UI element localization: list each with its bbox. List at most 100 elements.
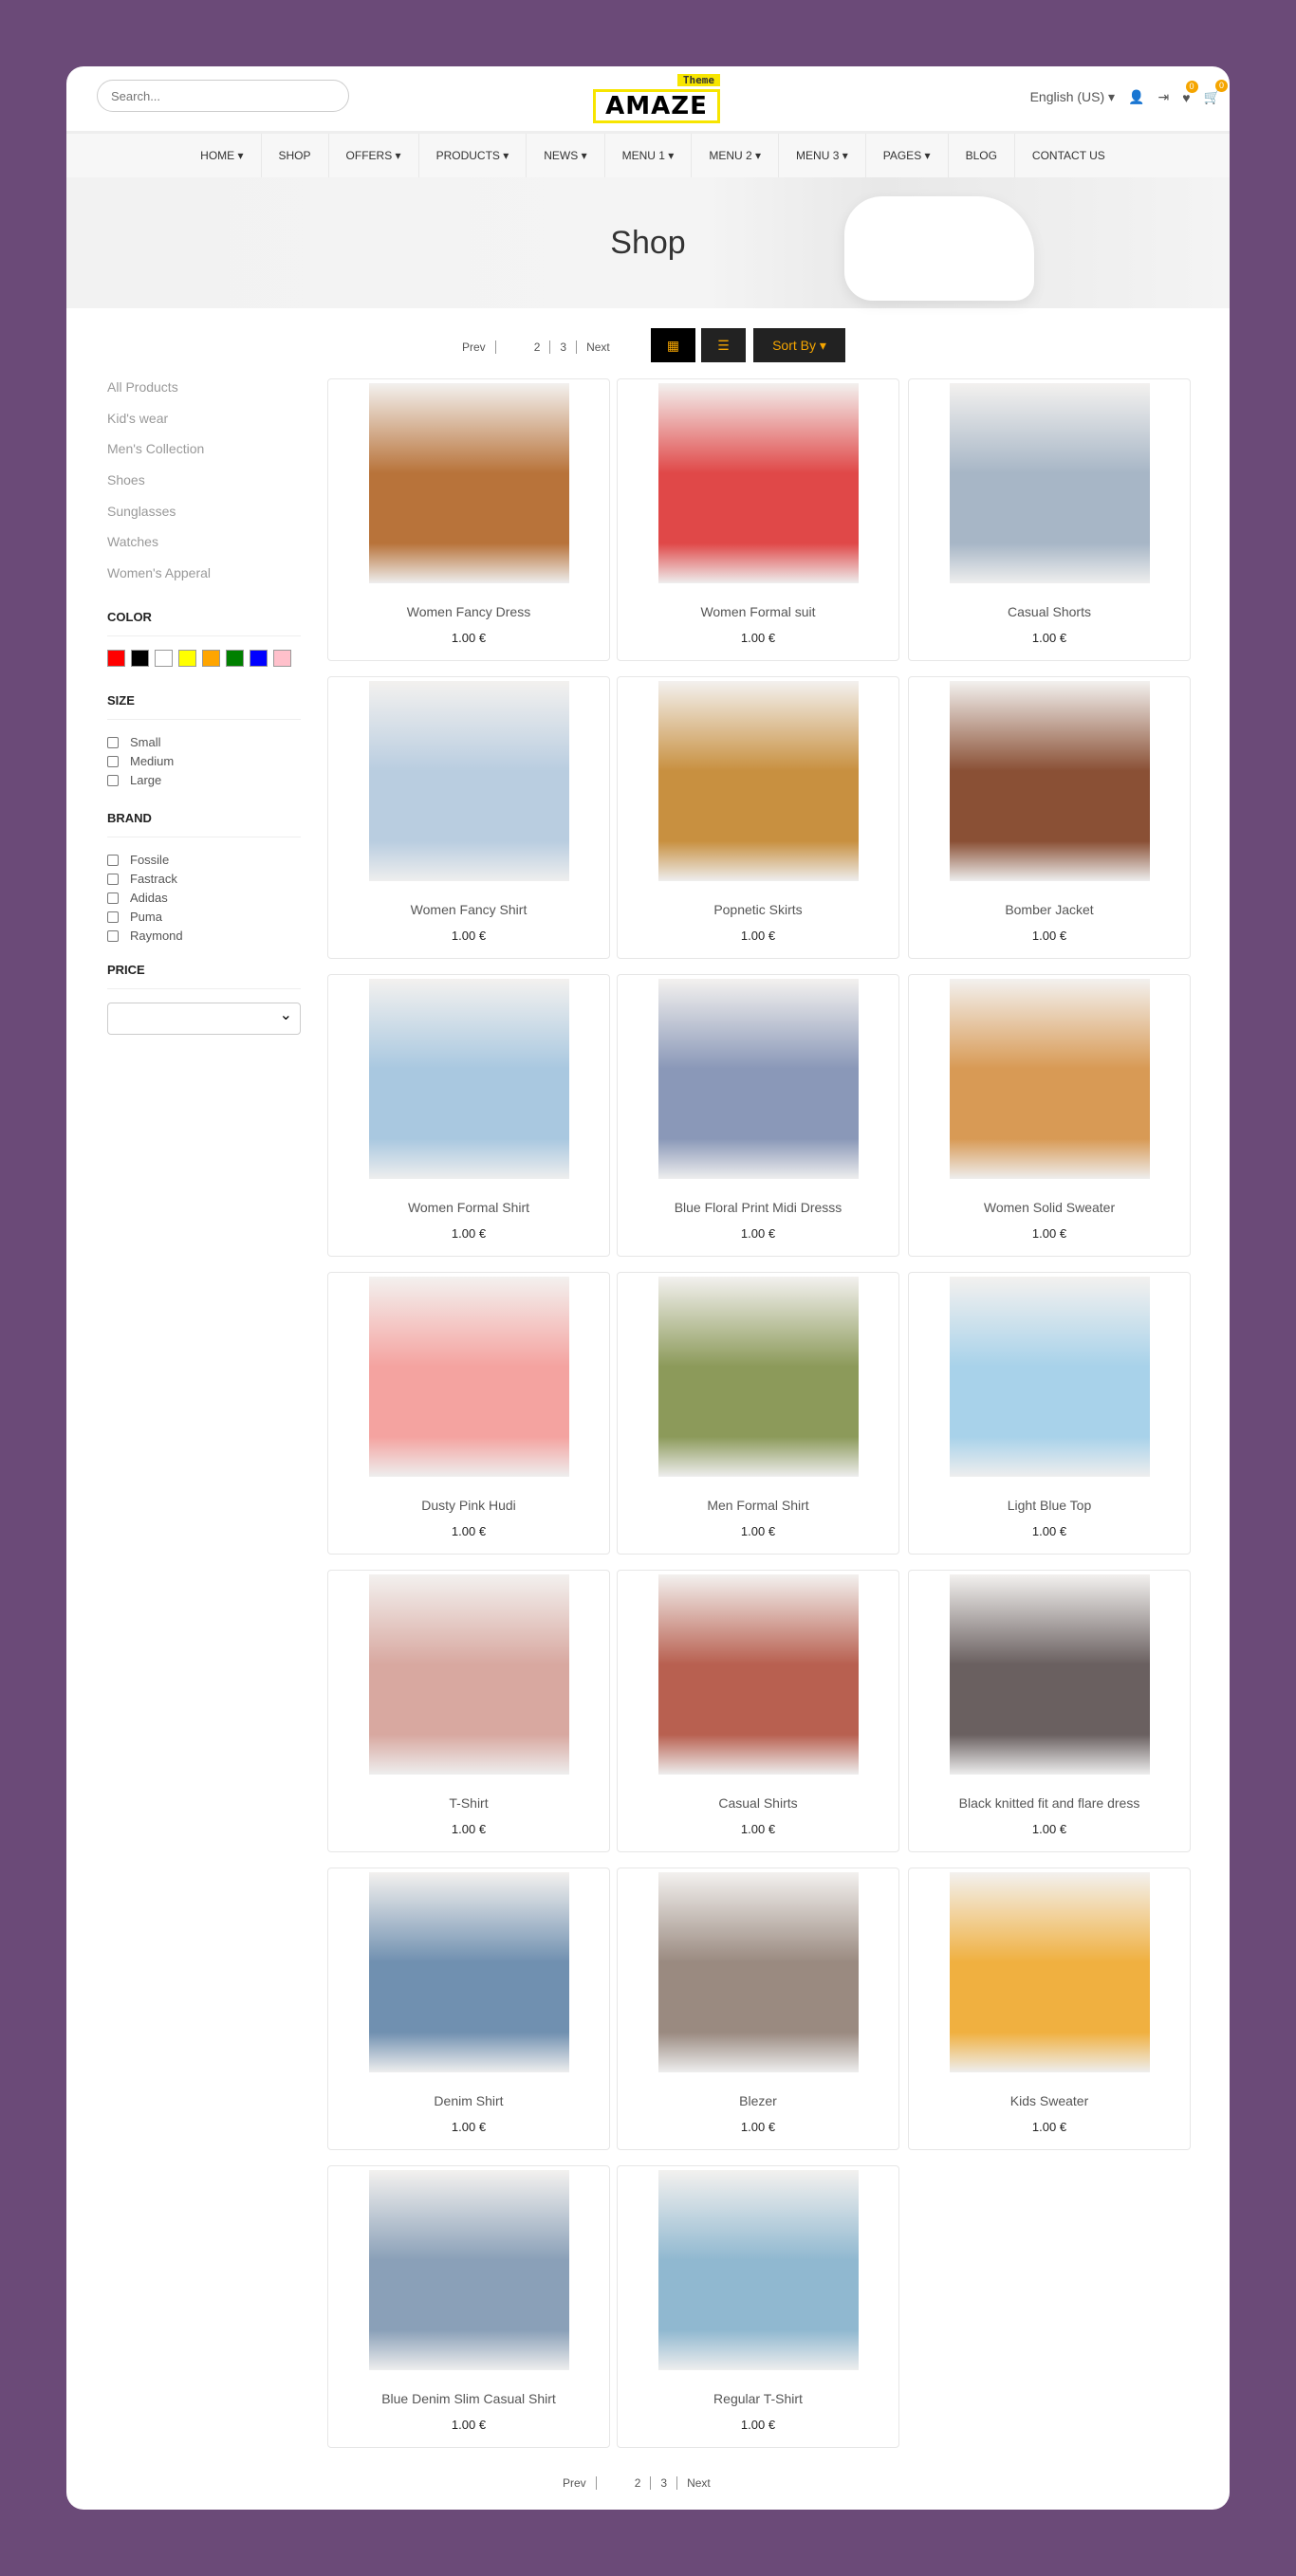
product-title[interactable]: Regular T-Shirt (618, 2391, 898, 2406)
product-card[interactable]: Women Fancy Shirt 1.00 € (327, 676, 610, 959)
logout-icon[interactable]: ⇥ (1158, 89, 1170, 105)
nav-item[interactable]: MENU 2 ▾ (692, 134, 780, 177)
page-link[interactable]: 2 (625, 2476, 652, 2490)
color-swatch[interactable] (178, 649, 196, 667)
product-title[interactable]: Black knitted fit and flare dress (909, 1795, 1190, 1811)
product-title[interactable]: Women Formal suit (618, 604, 898, 619)
product-image[interactable] (368, 2170, 569, 2370)
checkbox-icon[interactable] (107, 911, 119, 923)
next-link[interactable]: Next (577, 340, 620, 354)
nav-item[interactable]: PRODUCTS ▾ (419, 134, 528, 177)
brand-checkbox[interactable]: Adidas (107, 889, 301, 908)
product-title[interactable]: Men Formal Shirt (618, 1498, 898, 1513)
category-link[interactable]: Shoes (107, 472, 301, 504)
category-link[interactable]: Kid's wear (107, 411, 301, 442)
nav-item[interactable]: MENU 3 ▾ (779, 134, 866, 177)
product-title[interactable]: Women Fancy Shirt (328, 902, 609, 917)
nav-item[interactable]: OFFERS ▾ (329, 134, 419, 177)
next-link[interactable]: Next (677, 2476, 720, 2490)
product-title[interactable]: Blue Denim Slim Casual Shirt (328, 2391, 609, 2406)
brand-checkbox[interactable]: Fossile (107, 851, 301, 870)
brand-checkbox[interactable]: Raymond (107, 927, 301, 946)
nav-item[interactable]: MENU 1 ▾ (605, 134, 693, 177)
product-title[interactable]: Women Fancy Dress (328, 604, 609, 619)
product-image[interactable] (949, 979, 1150, 1179)
product-image[interactable] (368, 1574, 569, 1775)
product-title[interactable]: Women Solid Sweater (909, 1200, 1190, 1215)
nav-item[interactable]: CONTACT US (1015, 134, 1122, 177)
nav-item[interactable]: SHOP (262, 134, 329, 177)
checkbox-icon[interactable] (107, 854, 119, 866)
product-image[interactable] (949, 1277, 1150, 1477)
product-image[interactable] (657, 383, 859, 583)
color-swatch[interactable] (250, 649, 268, 667)
product-title[interactable]: Dusty Pink Hudi (328, 1498, 609, 1513)
category-link[interactable]: All Products (107, 379, 301, 411)
color-swatch[interactable] (155, 649, 173, 667)
product-title[interactable]: Blezer (618, 2093, 898, 2108)
grid-view-button[interactable]: ▦ (651, 328, 695, 362)
product-image[interactable] (657, 1574, 859, 1775)
sort-by-button[interactable]: Sort By ▾ (753, 328, 845, 362)
checkbox-icon[interactable] (107, 774, 119, 786)
product-card[interactable]: Dusty Pink Hudi 1.00 € (327, 1272, 610, 1555)
product-title[interactable]: Casual Shorts (909, 604, 1190, 619)
product-card[interactable]: Denim Shirt 1.00 € (327, 1868, 610, 2150)
product-card[interactable]: Women Formal Shirt 1.00 € (327, 974, 610, 1257)
prev-link[interactable]: Prev (553, 2476, 597, 2490)
product-card[interactable]: Black knitted fit and flare dress 1.00 € (908, 1570, 1191, 1852)
size-checkbox[interactable]: Small (107, 733, 301, 752)
color-swatch[interactable] (202, 649, 220, 667)
color-swatch[interactable] (131, 649, 149, 667)
product-image[interactable] (657, 1277, 859, 1477)
product-image[interactable] (368, 1277, 569, 1477)
product-title[interactable]: T-Shirt (328, 1795, 609, 1811)
product-card[interactable]: Casual Shorts 1.00 € (908, 378, 1191, 661)
size-checkbox[interactable]: Large (107, 771, 301, 790)
product-card[interactable]: Bomber Jacket 1.00 € (908, 676, 1191, 959)
nav-item[interactable]: BLOG (949, 134, 1015, 177)
product-image[interactable] (368, 383, 569, 583)
wishlist-icon[interactable]: ♥ 0 (1182, 80, 1198, 105)
product-image[interactable] (949, 1872, 1150, 2072)
product-title[interactable]: Casual Shirts (618, 1795, 898, 1811)
category-link[interactable]: Watches (107, 534, 301, 565)
checkbox-icon[interactable] (107, 929, 119, 942)
product-image[interactable] (949, 383, 1150, 583)
list-view-button[interactable]: ☰ (701, 328, 746, 362)
product-image[interactable] (949, 681, 1150, 881)
category-link[interactable]: Men's Collection (107, 441, 301, 472)
cart-icon[interactable]: 🛒 0 (1204, 80, 1228, 105)
product-image[interactable] (368, 681, 569, 881)
product-title[interactable]: Women Formal Shirt (328, 1200, 609, 1215)
color-swatch[interactable] (273, 649, 291, 667)
brand-checkbox[interactable]: Puma (107, 908, 301, 927)
checkbox-icon[interactable] (107, 755, 119, 767)
product-card[interactable]: Popnetic Skirts 1.00 € (617, 676, 899, 959)
product-card[interactable]: Blue Floral Print Midi Dresss 1.00 € (617, 974, 899, 1257)
product-card[interactable]: Women Formal suit 1.00 € (617, 378, 899, 661)
page-link[interactable]: 3 (550, 340, 578, 354)
nav-item[interactable]: NEWS ▾ (527, 134, 605, 177)
product-image[interactable] (368, 979, 569, 1179)
color-swatch[interactable] (107, 649, 125, 667)
product-title[interactable]: Light Blue Top (909, 1498, 1190, 1513)
product-image[interactable] (657, 2170, 859, 2370)
page-link[interactable]: 2 (525, 340, 551, 354)
product-title[interactable]: Blue Floral Print Midi Dresss (618, 1200, 898, 1215)
checkbox-icon[interactable] (107, 873, 119, 885)
size-checkbox[interactable]: Medium (107, 752, 301, 771)
category-link[interactable]: Sunglasses (107, 504, 301, 535)
product-card[interactable]: Women Fancy Dress 1.00 € (327, 378, 610, 661)
product-image[interactable] (657, 979, 859, 1179)
user-icon[interactable]: 👤 (1128, 89, 1144, 105)
product-card[interactable]: Casual Shirts 1.00 € (617, 1570, 899, 1852)
logo[interactable]: Theme AMAZE (593, 74, 720, 123)
product-card[interactable]: Women Solid Sweater 1.00 € (908, 974, 1191, 1257)
product-image[interactable] (657, 1872, 859, 2072)
product-card[interactable]: T-Shirt 1.00 € (327, 1570, 610, 1852)
product-title[interactable]: Popnetic Skirts (618, 902, 898, 917)
checkbox-icon[interactable] (107, 736, 119, 748)
product-image[interactable] (368, 1872, 569, 2072)
product-title[interactable]: Kids Sweater (909, 2093, 1190, 2108)
